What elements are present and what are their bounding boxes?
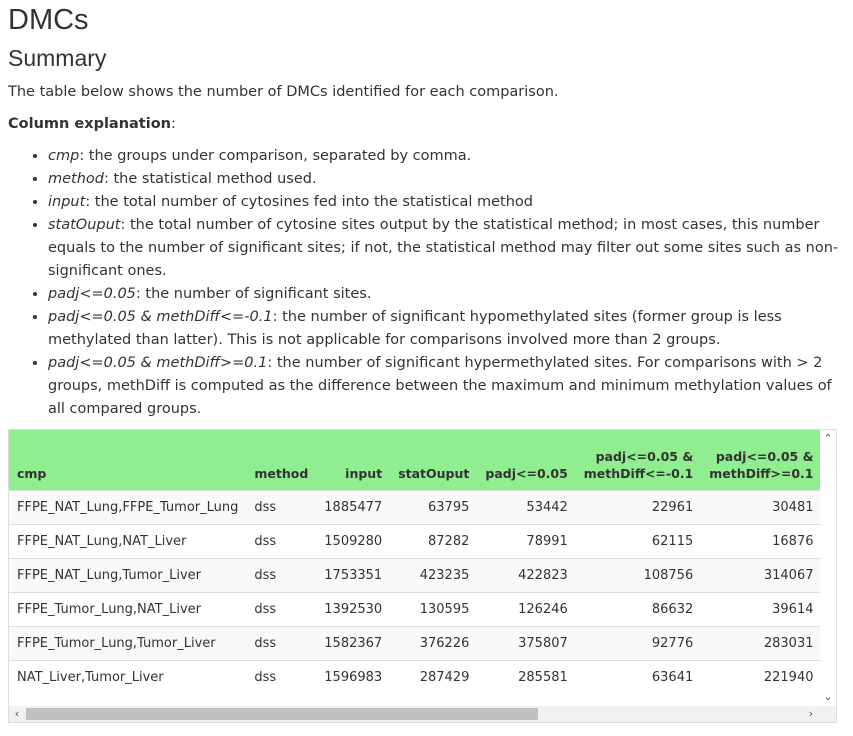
cell-method: dss <box>246 592 317 627</box>
column-header-cmp[interactable]: cmp <box>9 430 247 491</box>
cell-statouput: 63795 <box>390 490 478 525</box>
cell-padj: 422823 <box>477 558 576 593</box>
column-header-hypo-line2: methDiff<=-0.1 <box>583 466 694 481</box>
cell-padj: 78991 <box>477 524 576 559</box>
cell-padj: 285581 <box>477 660 576 694</box>
cell-cmp: FFPE_Tumor_Lung,NAT_Liver <box>9 592 247 627</box>
cell-input: 1753351 <box>316 558 391 593</box>
page-title: DMCs <box>8 4 89 36</box>
explanation-item-hyper: padj<=0.05 & methDiff>=0.1: the number o… <box>48 352 848 421</box>
chevron-up-icon[interactable]: ⌃ <box>823 433 833 444</box>
table-row: FFPE_Tumor_Lung,NAT_Liver dss 1392530 13… <box>9 592 836 627</box>
explanation-term: input <box>48 194 86 210</box>
cell-input: 1582367 <box>316 626 391 661</box>
cell-hyper: 314067 <box>701 558 822 593</box>
cell-hyper: 30481 <box>701 490 822 525</box>
column-header-padj[interactable]: padj<=0.05 <box>477 430 576 491</box>
intro-text: The table below shows the number of DMCs… <box>8 84 559 100</box>
explanation-text: : the number of significant sites. <box>135 286 372 302</box>
column-header-input[interactable]: input <box>316 430 391 491</box>
explanation-text: : the groups under comparison, separated… <box>79 148 472 164</box>
section-title: Summary <box>8 45 107 71</box>
explanation-text: : the total number of cytosines fed into… <box>85 194 533 210</box>
column-header-hyper-line1: padj<=0.05 & <box>715 449 814 464</box>
dmc-summary-table: cmp method input statOuput padj<=0.05 pa… <box>9 430 836 694</box>
cell-method: dss <box>246 558 317 593</box>
horizontal-scrollbar-thumb[interactable] <box>26 708 538 720</box>
cell-hyper: 39614 <box>701 592 822 627</box>
cell-padj: 53442 <box>477 490 576 525</box>
table-header-row: cmp method input statOuput padj<=0.05 pa… <box>9 430 836 491</box>
cell-hypo: 62115 <box>575 524 702 559</box>
cell-method: dss <box>246 626 317 661</box>
explanation-item-cmp: cmp: the groups under comparison, separa… <box>48 145 848 168</box>
cell-method: dss <box>246 524 317 559</box>
page: DMCs Summary The table below shows the n… <box>0 0 853 736</box>
column-header-hyper-line2: methDiff>=0.1 <box>709 466 814 481</box>
chevron-down-icon[interactable]: ⌄ <box>823 691 833 702</box>
explanation-item-padj: padj<=0.05: the number of significant si… <box>48 283 848 306</box>
cell-input: 1885477 <box>316 490 391 525</box>
explanation-item-input: input: the total number of cytosines fed… <box>48 191 848 214</box>
table-row: FFPE_Tumor_Lung,Tumor_Liver dss 1582367 … <box>9 626 836 661</box>
vertical-scrollbar[interactable]: ⌃ ⌄ <box>820 430 836 706</box>
cell-cmp: FFPE_NAT_Lung,FFPE_Tumor_Lung <box>9 490 247 525</box>
cell-method: dss <box>246 660 317 694</box>
cell-cmp: NAT_Liver,Tumor_Liver <box>9 660 247 694</box>
table-row: FFPE_NAT_Lung,Tumor_Liver dss 1753351 42… <box>9 558 836 593</box>
table-row: FFPE_NAT_Lung,FFPE_Tumor_Lung dss 188547… <box>9 490 836 525</box>
explanation-term: statOuput <box>48 217 121 233</box>
cell-statouput: 376226 <box>390 626 478 661</box>
chevron-right-icon[interactable]: › <box>806 708 816 719</box>
explanation-text: : the statistical method used. <box>104 171 317 187</box>
column-explanation-heading: Column explanation: <box>8 114 176 134</box>
cell-hypo: 86632 <box>575 592 702 627</box>
cell-hyper: 16876 <box>701 524 822 559</box>
cell-input: 1392530 <box>316 592 391 627</box>
cell-input: 1596983 <box>316 660 391 694</box>
table-row: NAT_Liver,Tumor_Liver dss 1596983 287429… <box>9 660 836 694</box>
column-header-hyper[interactable]: padj<=0.05 & methDiff>=0.1 <box>701 430 822 491</box>
explanation-list: cmp: the groups under comparison, separa… <box>28 145 848 421</box>
explanation-item-hypo: padj<=0.05 & methDiff<=-0.1: the number … <box>48 306 848 352</box>
cell-hypo: 63641 <box>575 660 702 694</box>
column-explanation-colon: : <box>171 116 176 132</box>
cell-input: 1509280 <box>316 524 391 559</box>
cell-cmp: FFPE_Tumor_Lung,Tumor_Liver <box>9 626 247 661</box>
explanation-item-method: method: the statistical method used. <box>48 168 848 191</box>
horizontal-scrollbar[interactable]: ‹ › <box>9 706 836 722</box>
chevron-left-icon[interactable]: ‹ <box>12 708 22 719</box>
cell-cmp: FFPE_NAT_Lung,NAT_Liver <box>9 524 247 559</box>
cell-method: dss <box>246 490 317 525</box>
column-header-method[interactable]: method <box>246 430 317 491</box>
cell-hypo: 108756 <box>575 558 702 593</box>
explanation-term: cmp <box>48 148 80 164</box>
column-explanation-label: Column explanation <box>8 116 171 132</box>
explanation-term: padj<=0.05 & methDiff<=-0.1 <box>48 309 273 325</box>
cell-padj: 126246 <box>477 592 576 627</box>
explanation-text: : the total number of cytosine sites out… <box>48 217 839 279</box>
column-header-hypo-line1: padj<=0.05 & <box>595 449 694 464</box>
cell-statouput: 130595 <box>390 592 478 627</box>
cell-hypo: 92776 <box>575 626 702 661</box>
table-row: FFPE_NAT_Lung,NAT_Liver dss 1509280 8728… <box>9 524 836 559</box>
explanation-item-statouput: statOuput: the total number of cytosine … <box>48 214 848 283</box>
explanation-term: padj<=0.05 & methDiff>=0.1 <box>48 355 268 371</box>
cell-cmp: FFPE_NAT_Lung,Tumor_Liver <box>9 558 247 593</box>
column-header-hypo[interactable]: padj<=0.05 & methDiff<=-0.1 <box>575 430 702 491</box>
explanation-term: method <box>48 171 104 187</box>
dmc-table-container[interactable]: cmp method input statOuput padj<=0.05 pa… <box>8 429 837 723</box>
column-header-statouput[interactable]: statOuput <box>390 430 478 491</box>
cell-statouput: 423235 <box>390 558 478 593</box>
explanation-term: padj<=0.05 <box>48 286 136 302</box>
cell-hypo: 22961 <box>575 490 702 525</box>
cell-hyper: 283031 <box>701 626 822 661</box>
cell-padj: 375807 <box>477 626 576 661</box>
cell-hyper: 221940 <box>701 660 822 694</box>
cell-statouput: 287429 <box>390 660 478 694</box>
cell-statouput: 87282 <box>390 524 478 559</box>
